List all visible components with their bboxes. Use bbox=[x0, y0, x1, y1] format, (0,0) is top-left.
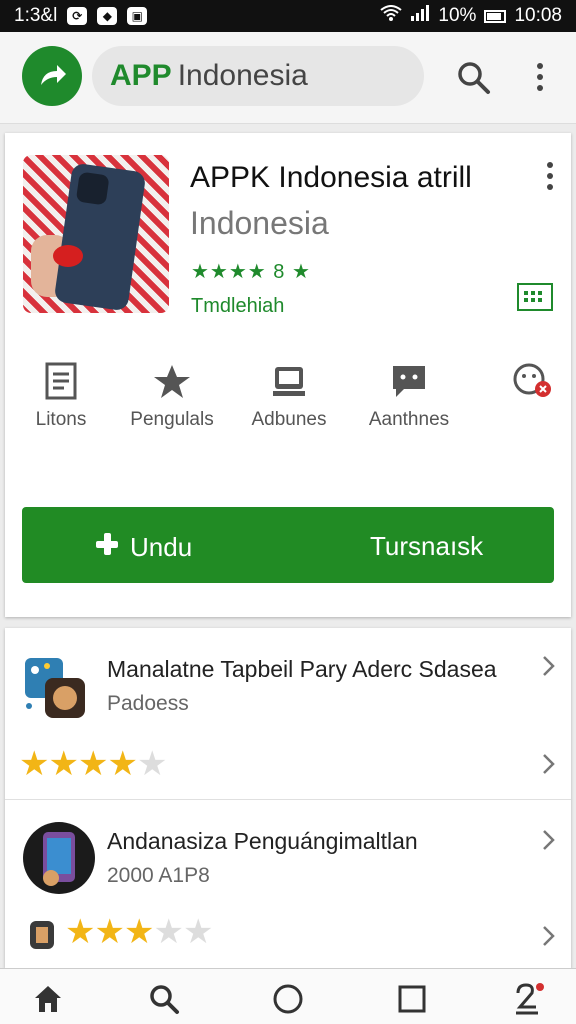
notification-icon-2: ◆ bbox=[97, 7, 118, 25]
nav-search-icon[interactable] bbox=[144, 979, 184, 1019]
action-adbunes[interactable]: Adbunes bbox=[233, 361, 345, 431]
status-time-left: 1:3&l bbox=[14, 5, 58, 26]
related-apps-card: Manalatne Tapbeil Pary Aderc Sdasea Pado… bbox=[5, 628, 571, 968]
signal-icon bbox=[410, 5, 430, 27]
rating-star-icon: ★ bbox=[182, 913, 214, 951]
app-title: APPK Indonesia atrill bbox=[190, 161, 472, 194]
action-label: Litons bbox=[35, 409, 87, 430]
install-button[interactable]: Undu Tursnaısk bbox=[22, 507, 554, 583]
chevron-right-icon[interactable] bbox=[541, 828, 557, 852]
rating-star-icon: ★ bbox=[153, 913, 184, 951]
rating-star-icon: ★ bbox=[48, 745, 79, 783]
search-accent-text: APP bbox=[110, 59, 172, 92]
rating-star-icon: ★ bbox=[136, 745, 168, 783]
star-icon bbox=[153, 361, 191, 401]
list-item-name: Manalatne Tapbeil Pary Aderc Sdasea bbox=[107, 656, 497, 682]
media-icon bbox=[271, 361, 307, 401]
action-row: Litons Pengulals Adbunes Aanthnes bbox=[5, 361, 571, 441]
app-rating: ★★★★ 8 ★ bbox=[191, 261, 311, 283]
document-icon bbox=[44, 361, 78, 401]
action-label: Aanthnes bbox=[368, 409, 450, 430]
game-app-icon bbox=[21, 650, 93, 722]
chevron-right-icon[interactable] bbox=[541, 752, 557, 776]
card-more-icon[interactable] bbox=[543, 161, 557, 191]
list-item[interactable]: Andanasiza Penguángimaltlan 2000 A1P8 ★★… bbox=[5, 800, 571, 968]
action-litons[interactable]: Litons bbox=[5, 361, 117, 431]
app-bar: APP Indonesia bbox=[0, 32, 576, 124]
rating-star-icon: ★ bbox=[19, 745, 50, 783]
rating-star-icon: ★ bbox=[107, 745, 138, 783]
rating-star-icon: ★ bbox=[123, 913, 155, 951]
install-label: Undu bbox=[130, 532, 193, 562]
app-subtitle: Indonesia bbox=[190, 205, 329, 241]
action-label: Pengulals bbox=[130, 409, 214, 430]
bottom-navigation bbox=[0, 968, 576, 1024]
action-label: Adbunes bbox=[251, 409, 327, 430]
search-input[interactable]: APP Indonesia bbox=[92, 46, 424, 106]
profile-badge-icon bbox=[507, 361, 555, 401]
app-developer[interactable]: Tmdlehiah bbox=[191, 295, 284, 318]
action-aanthnes[interactable]: Aanthnes bbox=[353, 361, 465, 431]
rating-star-icon: ★ bbox=[94, 913, 125, 951]
square-icon[interactable] bbox=[392, 979, 432, 1019]
list-item-rating: ★★★★★ bbox=[19, 744, 168, 784]
list-item-meta: Padoess bbox=[107, 692, 189, 715]
plus-icon bbox=[94, 531, 120, 564]
wifi-icon bbox=[380, 5, 403, 27]
more-vert-icon[interactable] bbox=[528, 58, 552, 98]
action-profile[interactable] bbox=[475, 361, 576, 409]
rating-star-icon: ★ bbox=[65, 913, 96, 951]
search-icon[interactable] bbox=[454, 58, 494, 98]
phone-app-icon bbox=[21, 820, 95, 894]
status-bar: 1:3&l ⟳ ◆ ▣ 10% 10:08 bbox=[0, 0, 576, 32]
chat-icon bbox=[390, 361, 428, 401]
action-pengulals[interactable]: Pengulals bbox=[116, 361, 228, 431]
list-item-rating: ★★★★★ bbox=[65, 912, 214, 952]
list-item-meta: 2000 A1P8 bbox=[107, 864, 210, 887]
share-logo-icon[interactable] bbox=[22, 46, 82, 106]
battery-icon bbox=[484, 9, 507, 23]
person-icon[interactable] bbox=[508, 979, 548, 1019]
list-item-name: Andanasiza Penguángimaltlan bbox=[107, 828, 418, 854]
status-time-right: 10:08 bbox=[514, 5, 562, 26]
chevron-right-icon[interactable] bbox=[541, 654, 557, 678]
search-query-text: Indonesia bbox=[177, 59, 308, 92]
app-detail-card: APPK Indonesia atrill Indonesia ★★★★ 8 ★… bbox=[5, 133, 571, 617]
notification-icon-3: ▣ bbox=[127, 7, 148, 25]
list-item[interactable]: Manalatne Tapbeil Pary Aderc Sdasea Pado… bbox=[5, 628, 571, 800]
chevron-right-icon[interactable] bbox=[541, 924, 557, 948]
app-thumbnail bbox=[23, 155, 169, 313]
rating-star-icon: ★ bbox=[77, 745, 109, 783]
install-secondary-label: Tursnaısk bbox=[370, 531, 484, 561]
small-app-icon bbox=[27, 918, 57, 952]
battery-level: 10% bbox=[438, 5, 477, 26]
content-rating-badge-icon bbox=[517, 283, 553, 311]
home-icon[interactable] bbox=[28, 979, 68, 1019]
notification-icon: ⟳ bbox=[67, 7, 88, 25]
circle-icon[interactable] bbox=[268, 979, 308, 1019]
